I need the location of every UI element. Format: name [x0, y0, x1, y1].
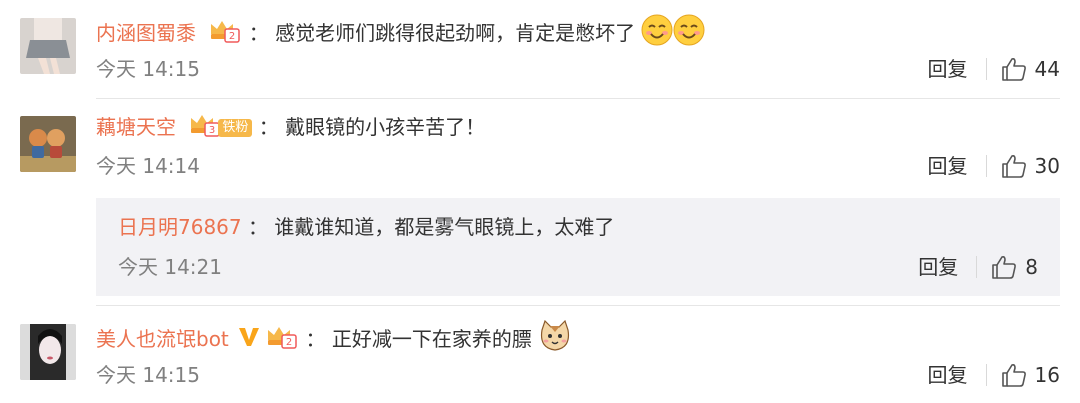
divider [985, 58, 987, 80]
username[interactable]: 美人也流氓bot [96, 327, 229, 351]
comment-separator: ： [248, 21, 269, 45]
reply-button[interactable]: 回复 [928, 55, 968, 83]
reply-button[interactable]: 回复 [928, 361, 968, 389]
smile-emoji [673, 14, 705, 53]
fan-badge: 铁粉 [218, 119, 253, 137]
reply-timestamp: 今天 14:21 [118, 255, 222, 279]
like-button[interactable]: 44 [1001, 55, 1060, 83]
divider [96, 305, 1060, 306]
cat-emoji [538, 319, 572, 359]
username[interactable]: 内涵图蜀黍 [96, 21, 196, 45]
avatar[interactable] [20, 18, 76, 74]
smile-emoji [641, 14, 673, 53]
reply-button[interactable]: 回复 [918, 253, 958, 281]
divider [96, 98, 1060, 99]
thumbs-up-icon [1001, 58, 1026, 81]
svg-text:2: 2 [229, 31, 235, 42]
comment-text: 感觉老师们跳得很起劲啊，肯定是憋坏了 [275, 21, 636, 45]
reply-text: 谁戴谁知道，都是雾气眼镜上，太难了 [274, 215, 615, 239]
comment-timestamp: 今天 14:14 [96, 154, 200, 178]
divider [985, 155, 987, 177]
thumbs-up-icon [1001, 155, 1026, 178]
crown-level-3-icon: 3 [188, 112, 222, 145]
divider [985, 364, 987, 386]
reply-box: 日月明76867 ： 谁戴谁知道，都是雾气眼镜上，太难了 今天 14:21 回复… [96, 198, 1060, 296]
comment-timestamp: 今天 14:15 [96, 57, 200, 81]
crown-level-2-icon: 2 [208, 18, 242, 51]
reply-username[interactable]: 日月明76867 [118, 215, 242, 239]
svg-text:3: 3 [209, 125, 215, 136]
like-button[interactable]: 16 [1001, 361, 1060, 389]
comment-text: 正好减一下在家养的膘 [331, 327, 532, 351]
like-count: 30 [1034, 154, 1060, 178]
reply-separator: ： [247, 215, 268, 239]
like-button[interactable]: 30 [1001, 152, 1060, 180]
thumbs-up-icon [992, 256, 1017, 279]
like-count: 44 [1034, 57, 1060, 81]
comment-separator: ： [258, 115, 279, 139]
comment-timestamp: 今天 14:15 [96, 363, 200, 387]
thumbs-up-icon [1001, 364, 1026, 387]
avatar[interactable] [20, 324, 76, 380]
reply-button[interactable]: 回复 [928, 152, 968, 180]
username[interactable]: 藕塘天空 [96, 115, 176, 139]
like-button[interactable]: 8 [991, 253, 1038, 281]
comment-text: 戴眼镜的小孩辛苦了！ [285, 115, 486, 139]
crown-level-2-icon: 2 [265, 324, 299, 357]
like-count: 8 [1025, 255, 1038, 279]
divider [976, 256, 978, 278]
avatar[interactable] [20, 116, 76, 172]
like-count: 16 [1034, 363, 1060, 387]
comment-separator: ： [305, 327, 326, 351]
svg-text:2: 2 [286, 337, 292, 348]
verified-v-icon [237, 324, 261, 357]
